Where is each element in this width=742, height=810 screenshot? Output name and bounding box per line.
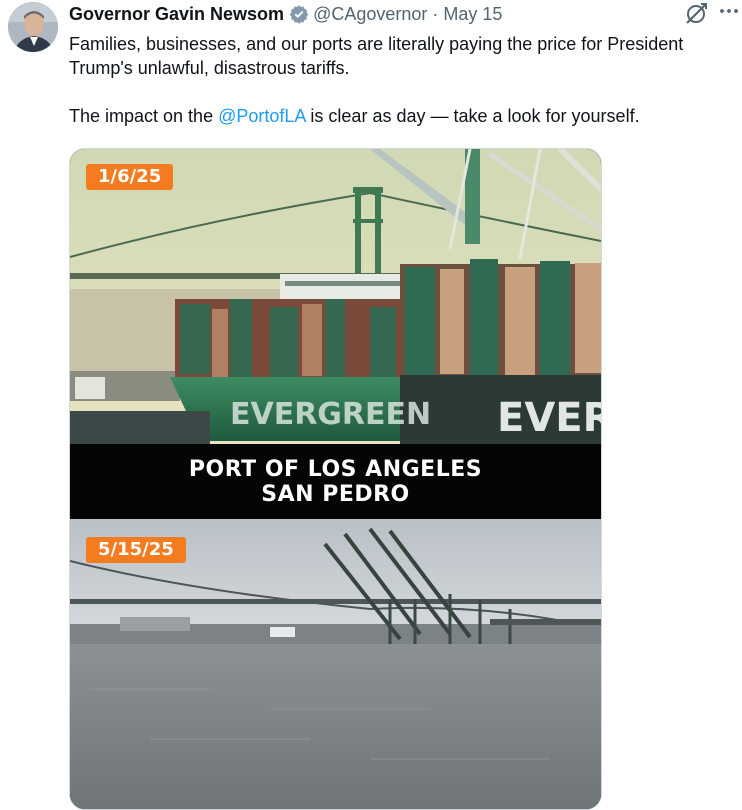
tweet-header: Governor Gavin Newsom @CAgovernor · May …	[69, 3, 502, 25]
grok-icon[interactable]	[684, 2, 710, 26]
tweet-date[interactable]: May 15	[443, 4, 502, 25]
tweet-text-before-mention: The impact on the	[69, 106, 219, 126]
date-badge-after: 5/15/25	[86, 537, 186, 563]
hull-text-bow: EVERGREEN	[230, 397, 431, 432]
caption-line-2: SAN PEDRO	[261, 481, 410, 507]
tweet-paragraph-1: Families, businesses, and our ports are …	[69, 34, 684, 78]
more-options-icon[interactable]	[716, 0, 742, 24]
mention-link[interactable]: @PortofLA	[218, 106, 305, 126]
port-photo-after: 5/15/25	[70, 519, 601, 809]
date-badge-before: 1/6/25	[86, 164, 174, 190]
tweet-text-after-mention: is clear as day — take a look for yourse…	[305, 106, 640, 126]
avatar-photo	[8, 2, 58, 52]
tweet-media[interactable]: EVERGREEN EVERGRE 1/6/25 PORT OF LOS ANG…	[69, 148, 602, 810]
tweet-text: Families, businesses, and our ports are …	[69, 32, 729, 128]
caption-line-1: PORT OF LOS ANGELES	[188, 456, 483, 482]
header-separator: ·	[432, 3, 439, 24]
verified-badge-icon[interactable]	[289, 4, 309, 24]
media-caption: PORT OF LOS ANGELES SAN PEDRO	[70, 444, 601, 519]
author-name[interactable]: Governor Gavin Newsom	[69, 4, 284, 25]
port-photo-before: EVERGREEN EVERGRE 1/6/25	[70, 149, 601, 444]
hull-text: EVERGRE	[497, 395, 601, 441]
author-handle[interactable]: @CAgovernor	[313, 4, 427, 25]
author-avatar[interactable]	[8, 2, 58, 52]
tweet-paragraph-2: The impact on the @PortofLA is clear as …	[69, 104, 729, 128]
